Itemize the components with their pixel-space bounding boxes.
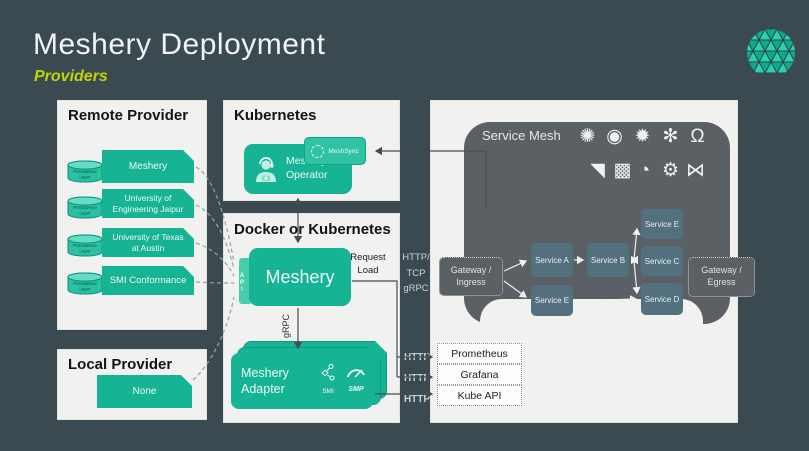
mesh-logo-9-icon: ⚙ [657, 157, 684, 184]
provider-smi-conformance: SMI Conformance [102, 266, 194, 295]
smp-badge: SMP [343, 363, 369, 393]
persistence-cylinder-icon: PersistenceLayer [66, 195, 104, 225]
slide: Meshery Deployment Providers Remote Prov… [0, 0, 809, 451]
svg-text:Persistence: Persistence [73, 281, 97, 286]
service-b-node: Service B [587, 243, 629, 277]
smi-badge: SMI [315, 363, 341, 395]
service-a-node: Service A [531, 243, 573, 277]
http-label-3: HTTP [400, 394, 434, 405]
service-d-node: Service D [641, 283, 683, 315]
persistence-cylinder-icon: PersistenceLayer [66, 233, 104, 263]
svg-text:Layer: Layer [79, 287, 91, 292]
meshery-logo-icon [744, 26, 798, 85]
mesh-logo-4-icon: ✻ [657, 123, 684, 150]
mesh-logo-1-icon: ✺ [574, 123, 601, 150]
page-subtitle: Providers [34, 68, 108, 86]
service-mesh-title: Service Mesh [482, 128, 561, 143]
operator-person-icon [251, 154, 281, 189]
mesh-logo-10-icon: ⋈ [682, 157, 709, 184]
provider-uni-texas: University of Texas at Austin [102, 228, 194, 257]
svg-text:Persistence: Persistence [73, 243, 97, 248]
meshsync-icon [311, 145, 324, 158]
mesh-logo-6-icon: ◥ [584, 157, 611, 184]
svg-text:Layer: Layer [79, 175, 91, 180]
service-c-node: Service C [641, 246, 683, 276]
svg-text:Persistence: Persistence [73, 169, 97, 174]
meshery-adapter-node: Meshery Adapter SMI SMP [231, 353, 373, 409]
service-e-bottom-node: Service E [531, 285, 573, 316]
mesh-logo-8-icon: ◔ [631, 157, 658, 184]
meshsync-label: MeshSync [328, 148, 358, 155]
gateway-ingress-node: Gateway / Ingress [439, 257, 503, 296]
meshery-node: Meshery [249, 248, 351, 306]
meshery-adapter-label: Meshery Adapter [241, 365, 313, 398]
smp-icon [345, 363, 367, 381]
grpc-label: gRPC [281, 306, 291, 346]
provider-none: None [97, 375, 192, 408]
svg-text:Layer: Layer [79, 211, 91, 216]
provider-meshery: Meshery [102, 150, 194, 183]
gateway-egress-node: Gateway / Egress [688, 257, 755, 297]
docker-kubernetes-title: Docker or Kubernetes [234, 221, 391, 238]
kube-api-node: Kube API [437, 385, 522, 406]
service-e-top-node: Service E [641, 209, 683, 239]
provider-uni-jaipur: University of Engineering Jaipur [102, 189, 194, 218]
prometheus-node: Prometheus [437, 343, 522, 364]
local-provider-title: Local Provider [68, 356, 172, 373]
smi-icon [319, 363, 337, 383]
mesh-logo-3-icon: ✹ [629, 123, 656, 150]
request-load-label: Request Load [342, 251, 394, 278]
http-label-2: HTTP [400, 373, 434, 384]
grafana-node: Grafana [437, 364, 522, 385]
remote-provider-title: Remote Provider [68, 107, 188, 124]
page-title: Meshery Deployment [33, 28, 325, 62]
persistence-cylinder-icon: PersistenceLayer [66, 271, 104, 301]
svg-text:Layer: Layer [79, 249, 91, 254]
kubernetes-title: Kubernetes [234, 107, 317, 124]
http-label-1: HTTP [400, 352, 434, 363]
meshsync-node: MeshSync [304, 137, 366, 165]
mesh-logo-5-icon: Ω [684, 123, 711, 150]
svg-text:Persistence: Persistence [73, 205, 97, 210]
persistence-cylinder-icon: PersistenceLayer [66, 159, 104, 189]
mesh-logo-2-icon: ◉ [601, 123, 628, 150]
